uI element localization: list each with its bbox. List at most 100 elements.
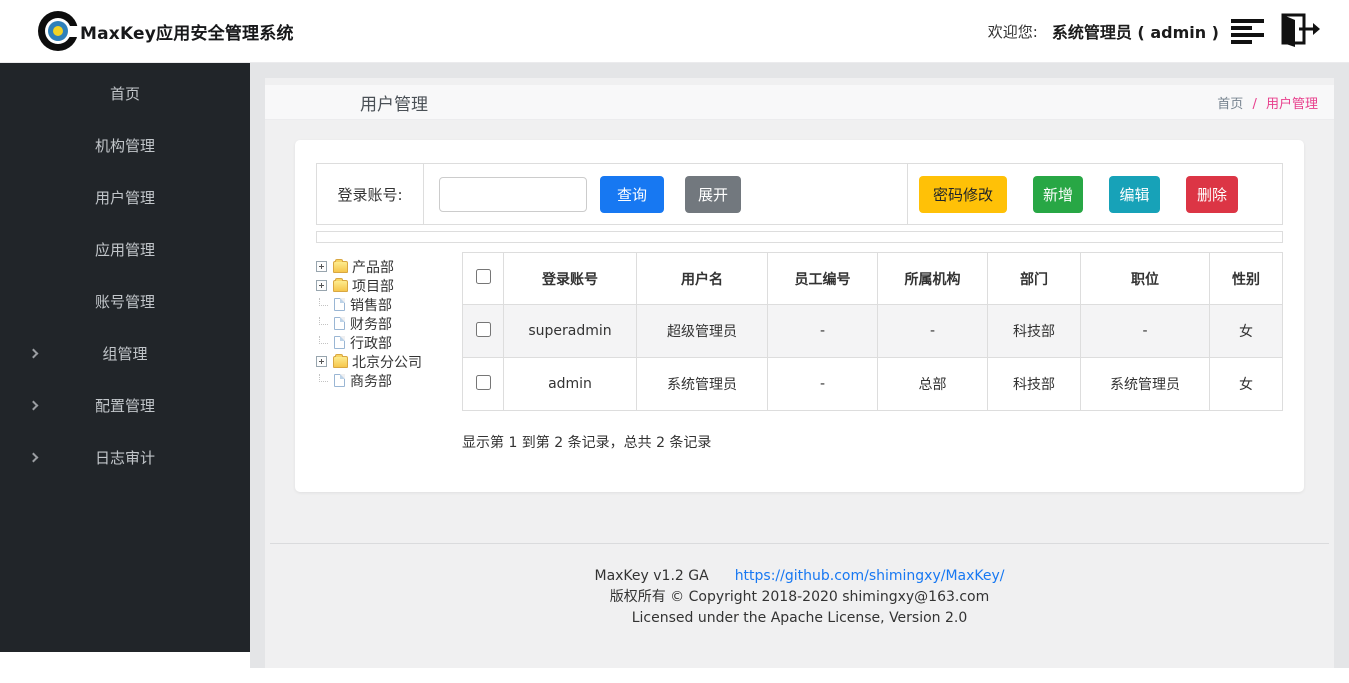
breadcrumb-home-link[interactable]: 首页 [1217,97,1243,112]
cell-gender: 女 [1210,358,1283,411]
col-username: 用户名 [637,253,768,305]
folder-icon [333,356,348,368]
col-position: 职位 [1081,253,1210,305]
cell-organization: - [878,305,988,358]
select-all-checkbox[interactable] [476,269,491,284]
sidebar: 首页 机构管理 用户管理 应用管理 账号管理 组管理 配置管理 日志审计 [0,63,250,652]
cell-employee-id: - [768,305,878,358]
tree-node-label: 产品部 [352,257,394,277]
copyright-text: 版权所有 © Copyright 2018-2020 shimingxy@163… [265,587,1334,608]
tree-expand-icon[interactable] [316,261,327,272]
sidebar-item-label: 用户管理 [95,189,155,207]
pagination-summary: 显示第 1 到第 2 条记录，总共 2 条记录 [462,432,1283,452]
tree-node-project-dept[interactable]: 项目部 [316,276,462,295]
sidebar-item-org-management[interactable]: 机构管理 [0,120,250,172]
cell-gender: 女 [1210,305,1283,358]
license-text: Licensed under the Apache License, Versi… [265,608,1334,629]
welcome-label: 欢迎您: [988,21,1038,42]
page-title: 用户管理 [360,90,428,115]
file-icon [334,298,345,311]
maxkey-logo-icon [38,11,78,51]
cell-position: 系统管理员 [1081,358,1210,411]
tree-node-admin-dept[interactable]: 行政部 [316,333,462,352]
collapsed-advanced-search [316,231,1283,243]
login-account-label: 登录账号: [317,164,424,224]
table-row[interactable]: admin 系统管理员 - 总部 科技部 系统管理员 女 [463,358,1283,411]
logout-icon[interactable] [1279,12,1321,50]
add-button[interactable]: 新增 [1033,176,1083,213]
cell-organization: 总部 [878,358,988,411]
sidebar-item-app-management[interactable]: 应用管理 [0,224,250,276]
col-login-account: 登录账号 [504,253,637,305]
tree-node-business-dept[interactable]: 商务部 [316,371,462,390]
current-user: 系统管理员 ( admin ) [1052,19,1219,43]
file-icon [334,317,345,330]
github-link[interactable]: https://github.com/shimingxy/MaxKey/ [735,568,1005,584]
search-toolbar: 登录账号: 查询 展开 密码修改 新增 编辑 删除 [316,163,1283,225]
table-row[interactable]: superadmin 超级管理员 - - 科技部 - 女 [463,305,1283,358]
user-management-card: 登录账号: 查询 展开 密码修改 新增 编辑 删除 [295,140,1304,492]
cell-position: - [1081,305,1210,358]
tree-node-label: 行政部 [350,333,392,353]
sidebar-item-config-management[interactable]: 配置管理 [0,380,250,432]
folder-icon [333,261,348,273]
col-gender: 性别 [1210,253,1283,305]
sidebar-item-account-management[interactable]: 账号管理 [0,276,250,328]
cell-department: 科技部 [988,358,1081,411]
sidebar-item-label: 配置管理 [95,397,155,415]
sidebar-item-home[interactable]: 首页 [0,68,250,120]
sidebar-item-group-management[interactable]: 组管理 [0,328,250,380]
cell-username: 系统管理员 [637,358,768,411]
query-button[interactable]: 查询 [600,176,664,213]
row-checkbox[interactable] [476,322,491,337]
sidebar-item-label: 机构管理 [95,137,155,155]
tree-node-product-dept[interactable]: 产品部 [316,257,462,276]
cell-username: 超级管理员 [637,305,768,358]
delete-button[interactable]: 删除 [1186,176,1238,213]
footer-divider [270,543,1329,544]
page-footer: MaxKey v1.2 GA https://github.com/shiming… [265,566,1334,629]
edit-button[interactable]: 编辑 [1109,176,1160,213]
tree-connector [319,298,328,306]
login-account-input[interactable] [439,177,587,212]
col-organization: 所属机构 [878,253,988,305]
file-icon [334,374,345,387]
change-password-button[interactable]: 密码修改 [919,176,1007,213]
sidebar-item-label: 账号管理 [95,293,155,311]
tree-expand-icon[interactable] [316,356,327,367]
app-title: MaxKey应用安全管理系统 [80,19,294,44]
tree-node-label: 财务部 [350,314,392,334]
tree-node-sales-dept[interactable]: 销售部 [316,295,462,314]
tree-node-label: 商务部 [350,371,392,391]
sidebar-item-user-management[interactable]: 用户管理 [0,172,250,224]
sidebar-item-label: 组管理 [102,345,147,363]
tree-node-finance-dept[interactable]: 财务部 [316,314,462,333]
menu-list-icon[interactable] [1231,16,1267,46]
breadcrumb-separator: / [1252,97,1256,112]
cell-login-account: superadmin [504,305,637,358]
sidebar-item-label: 首页 [110,85,140,103]
cell-login-account: admin [504,358,637,411]
version-text: MaxKey v1.2 GA [594,568,708,584]
breadcrumb-current: 用户管理 [1266,97,1318,112]
col-employee-id: 员工编号 [768,253,878,305]
page-title-bar: 用户管理 首页 / 用户管理 [265,85,1334,120]
folder-icon [333,280,348,292]
tree-node-label: 项目部 [352,276,394,296]
tree-expand-icon[interactable] [316,280,327,291]
chevron-right-icon [29,401,39,411]
tree-connector [319,336,328,344]
table-header-row: 登录账号 用户名 员工编号 所属机构 部门 职位 性别 [463,253,1283,305]
sidebar-item-log-audit[interactable]: 日志审计 [0,432,250,484]
tree-connector [319,374,328,382]
tree-connector [319,317,328,325]
expand-button[interactable]: 展开 [685,176,741,213]
chevron-right-icon [29,349,39,359]
sidebar-item-label: 应用管理 [95,241,155,259]
sidebar-item-label: 日志审计 [95,449,155,467]
app-header: MaxKey应用安全管理系统 欢迎您: 系统管理员 ( admin ) [0,0,1349,63]
tree-node-beijing-branch[interactable]: 北京分公司 [316,352,462,371]
row-checkbox[interactable] [476,375,491,390]
cell-employee-id: - [768,358,878,411]
tree-node-label: 销售部 [350,295,392,315]
